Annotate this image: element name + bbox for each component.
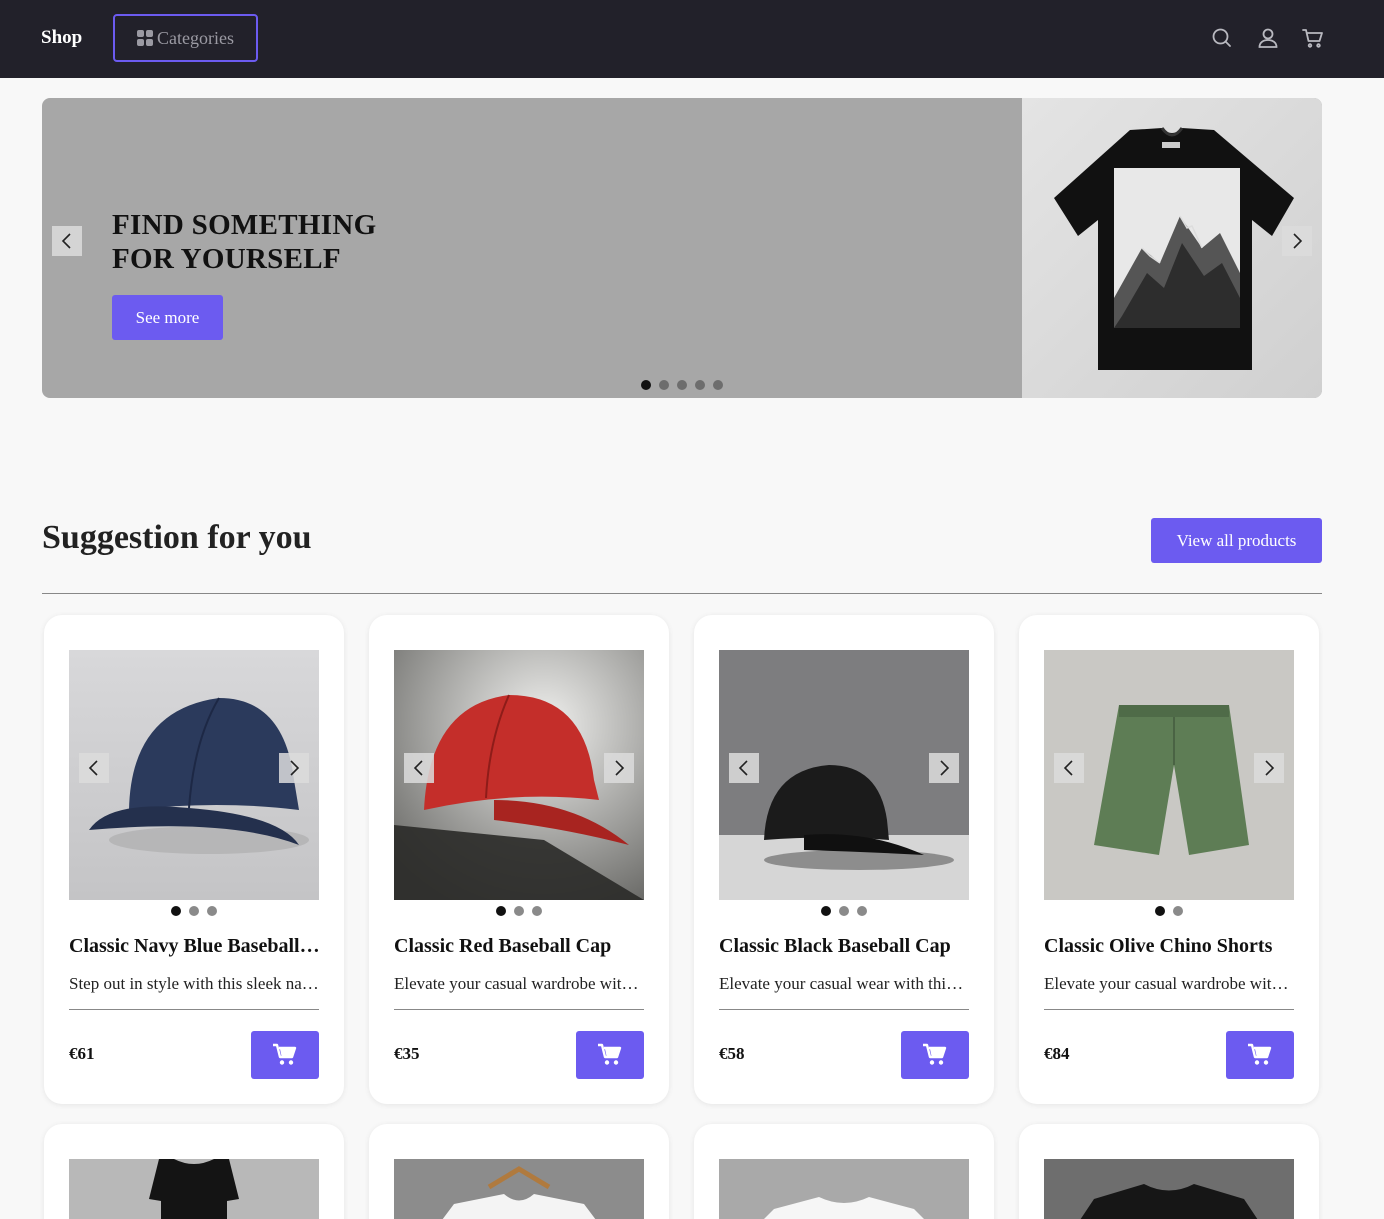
image-dot[interactable] [207,906,217,916]
image-prev-arrow[interactable] [1054,753,1084,783]
image-dot[interactable] [189,906,199,916]
product-name[interactable]: Classic Black Baseball Cap [719,935,971,958]
product-card[interactable]: Classic Navy Blue Baseball Cap Step out … [44,615,344,1104]
image-dot[interactable] [857,906,867,916]
image-next-arrow[interactable] [929,753,959,783]
section-title: Suggestion for you [42,519,312,556]
hero-next-arrow[interactable] [1282,226,1312,256]
image-dot[interactable] [532,906,542,916]
image-dot[interactable] [1155,906,1165,916]
chevron-right-icon [290,760,300,776]
product-description: Elevate your casual wardrobe with these … [1044,974,1294,993]
product-description: Elevate your casual wardrobe with this c… [394,974,644,993]
hero-dot-3[interactable] [677,380,687,390]
image-pagination [1019,906,1319,916]
product-card[interactable] [44,1124,344,1219]
section-divider [42,593,1322,594]
image-prev-arrow[interactable] [729,753,759,783]
chevron-right-icon [615,760,625,776]
see-more-button[interactable]: See more [112,295,223,340]
grid-icon [137,30,153,46]
image-next-arrow[interactable] [1254,753,1284,783]
hero-dot-5[interactable] [713,380,723,390]
add-to-cart-button[interactable] [576,1031,644,1079]
cart-icon [923,1043,947,1065]
image-pagination [369,906,669,916]
product-image [394,1159,644,1219]
cart-icon[interactable] [1301,26,1325,50]
cart-icon [598,1043,622,1065]
hero-dot-4[interactable] [695,380,705,390]
image-prev-arrow[interactable] [404,753,434,783]
product-price: €61 [69,1044,95,1063]
product-name[interactable]: Classic Red Baseball Cap [394,935,646,958]
product-image [1044,1159,1294,1219]
image-dot[interactable] [1173,906,1183,916]
image-pagination [44,906,344,916]
product-description: Step out in style with this sleek navy b… [69,974,319,993]
card-divider [69,1009,319,1010]
hero-dot-2[interactable] [659,380,669,390]
search-icon[interactable] [1210,26,1234,50]
hero-title-line-2: FOR YOURSELF [112,243,341,275]
product-price: €84 [1044,1044,1070,1063]
user-icon[interactable] [1256,26,1280,50]
image-prev-arrow[interactable] [79,753,109,783]
add-to-cart-button[interactable] [251,1031,319,1079]
cart-icon [273,1043,297,1065]
chevron-right-icon [940,760,950,776]
card-divider [394,1009,644,1010]
image-dot[interactable] [171,906,181,916]
chevron-left-icon [413,760,423,776]
cart-icon [1248,1043,1272,1065]
hero-pagination [641,380,723,390]
view-all-products-button[interactable]: View all products [1151,518,1322,563]
brand-logo[interactable]: Shop [41,27,82,49]
product-price: €35 [394,1044,420,1063]
hero-prev-arrow[interactable] [52,226,82,256]
image-pagination [694,906,994,916]
chevron-right-icon [1293,233,1303,249]
image-dot[interactable] [514,906,524,916]
chevron-left-icon [1063,760,1073,776]
product-image [719,1159,969,1219]
hero-title: FIND SOMETHING FOR YOURSELF [112,208,376,276]
add-to-cart-button[interactable] [1226,1031,1294,1079]
chevron-left-icon [738,760,748,776]
add-to-cart-button[interactable] [901,1031,969,1079]
product-card[interactable] [1019,1124,1319,1219]
product-name[interactable]: Classic Olive Chino Shorts [1044,935,1296,958]
chevron-left-icon [61,233,71,249]
product-description: Elevate your casual wear with this timel… [719,974,969,993]
hero-carousel: FIND SOMETHING FOR YOURSELF See more [42,98,1322,398]
categories-label: Categories [157,27,234,48]
image-dot[interactable] [839,906,849,916]
image-dot[interactable] [821,906,831,916]
top-navbar: Shop Categories [0,0,1384,78]
hero-title-line-1: FIND SOMETHING [112,209,377,241]
product-name[interactable]: Classic Navy Blue Baseball Cap [69,935,321,958]
chevron-right-icon [1265,760,1275,776]
hero-tshirt-image [1022,98,1322,398]
chevron-left-icon [88,760,98,776]
product-card[interactable]: Classic Olive Chino Shorts Elevate your … [1019,615,1319,1104]
product-card[interactable]: Classic Black Baseball Cap Elevate your … [694,615,994,1104]
image-next-arrow[interactable] [279,753,309,783]
product-card[interactable] [694,1124,994,1219]
image-next-arrow[interactable] [604,753,634,783]
product-card[interactable] [369,1124,669,1219]
categories-button[interactable]: Categories [113,14,258,62]
product-image [69,1159,319,1219]
product-price: €58 [719,1044,745,1063]
card-divider [1044,1009,1294,1010]
card-divider [719,1009,969,1010]
hero-dot-1[interactable] [641,380,651,390]
image-dot[interactable] [496,906,506,916]
product-card[interactable]: Classic Red Baseball Cap Elevate your ca… [369,615,669,1104]
